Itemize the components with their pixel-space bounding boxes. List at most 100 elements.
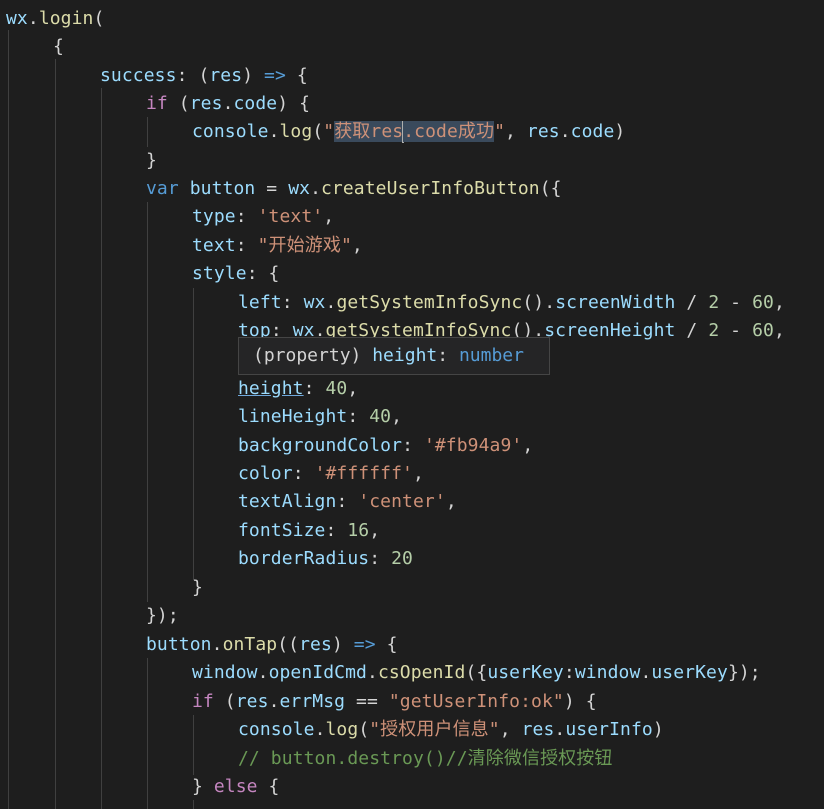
code-token: . <box>325 292 337 313</box>
tooltip-type: number <box>458 345 524 366</box>
code-token: userKey <box>651 662 728 683</box>
code-token: left <box>238 292 282 313</box>
code-token: 40 <box>325 378 348 399</box>
code-token: 20 <box>391 548 413 569</box>
code-token: } <box>192 776 214 797</box>
code-token: console <box>192 121 269 142</box>
code-token: " <box>494 121 506 142</box>
tooltip-colon: : <box>437 345 459 366</box>
code-token: if <box>146 93 168 114</box>
code-token: var <box>146 178 179 199</box>
code-line: button.onTap((res) => { <box>146 631 398 659</box>
code-token: errMsg <box>279 691 346 712</box>
code-token: fontSize <box>238 520 326 541</box>
code-editor[interactable]: wx.login( { success: (res) => { if (res.… <box>0 0 824 809</box>
code-line: window.openIdCmd.csOpenId({userKey:windo… <box>192 659 761 687</box>
code-token: , <box>391 406 403 427</box>
code-token: 60 <box>752 320 774 341</box>
code-token: 2 <box>708 320 720 341</box>
code-token: csOpenId <box>377 662 466 683</box>
code-token: . <box>314 719 326 740</box>
code-line: } <box>192 574 203 602</box>
code-token: " <box>323 121 335 142</box>
tooltip-kind: (property) <box>253 345 362 366</box>
selected-text: .code成功 <box>403 121 495 142</box>
code-token: res <box>235 691 269 712</box>
code-token: { <box>375 634 398 655</box>
code-token: { <box>53 36 64 57</box>
code-token: : <box>235 235 258 256</box>
code-token: - <box>719 292 753 313</box>
code-token: : <box>303 378 326 399</box>
code-token: . <box>268 121 280 142</box>
code-token: 40 <box>369 406 392 427</box>
code-token: ) { <box>563 691 597 712</box>
code-token: ({ <box>465 662 488 683</box>
code-token[interactable]: height <box>238 378 304 399</box>
code-token: : <box>563 662 575 683</box>
code-token: . <box>27 8 39 29</box>
code-token: : <box>325 520 348 541</box>
code-token: . <box>640 662 652 683</box>
code-line: success: (res) => { <box>100 62 308 90</box>
code-token: getSystemInfoSync <box>336 292 523 313</box>
indent-guide <box>147 117 148 147</box>
code-line: { <box>53 33 64 61</box>
code-token: , <box>369 520 381 541</box>
code-token: wx <box>288 178 311 199</box>
code-token: / <box>675 292 709 313</box>
code-token: '#ffffff' <box>314 463 413 484</box>
code-line: console.log("获取res.code成功", res.code) <box>192 118 625 146</box>
code-token: }); <box>727 662 761 683</box>
code-token: res <box>189 93 223 114</box>
code-token: log <box>279 121 313 142</box>
code-token: userKey <box>487 662 564 683</box>
code-token: }); <box>146 605 179 626</box>
hover-tooltip: (property) height: number <box>238 337 550 375</box>
code-line: var button = wx.createUserInfoButton({ <box>146 175 562 203</box>
code-token: } <box>146 150 157 171</box>
code-token: (( <box>277 634 300 655</box>
code-token: : <box>402 435 424 456</box>
code-token: else <box>213 776 258 797</box>
code-token: : <box>281 292 304 313</box>
code-line: // button.destroy()//清除微信授权按钮 <box>238 745 612 773</box>
code-token: 'center' <box>358 491 446 512</box>
code-line: style: { <box>192 260 280 288</box>
code-token: , <box>773 320 785 341</box>
code-line: console.log("授权用户信息", res.userInfo) <box>238 716 664 744</box>
code-token: : { <box>246 263 280 284</box>
code-line: backgroundColor: '#fb94a9', <box>238 432 533 460</box>
code-token: ( <box>93 8 105 29</box>
code-token: : <box>369 548 392 569</box>
code-token: code <box>570 121 615 142</box>
code-line: wx.login( <box>6 5 104 33</box>
code-token: ) <box>331 634 343 655</box>
code-token: "getUserInfo:ok" <box>388 691 564 712</box>
code-line: }); <box>146 602 179 630</box>
indent-guide <box>8 30 9 809</box>
code-line: borderRadius: 20 <box>238 545 413 573</box>
tooltip-property: height <box>372 345 438 366</box>
code-token: . <box>367 662 378 683</box>
code-line: } <box>146 147 157 175</box>
code-comment: // button.destroy()//清除微信授权按钮 <box>238 748 613 769</box>
code-line: textAlign: 'center', <box>238 488 457 516</box>
code-token: ) <box>242 65 254 86</box>
code-token: userInfo <box>565 719 653 740</box>
code-token: text <box>192 235 236 256</box>
code-token: ({ <box>539 178 562 199</box>
code-token: res <box>526 121 560 142</box>
indent-guide <box>55 59 56 809</box>
code-token: button <box>146 634 212 655</box>
code-token: == <box>345 691 389 712</box>
code-line: text: "开始游戏", <box>192 232 363 260</box>
code-line: if (res.code) { <box>146 90 310 118</box>
code-token: "授权用户信息" <box>369 719 500 740</box>
code-line: if (res.errMsg == "getUserInfo:ok") { <box>192 688 597 716</box>
code-token: ( <box>213 691 236 712</box>
indent-guide <box>193 288 194 580</box>
code-token: , <box>351 235 363 256</box>
code-token: , <box>522 435 534 456</box>
code-token: ( <box>312 121 324 142</box>
